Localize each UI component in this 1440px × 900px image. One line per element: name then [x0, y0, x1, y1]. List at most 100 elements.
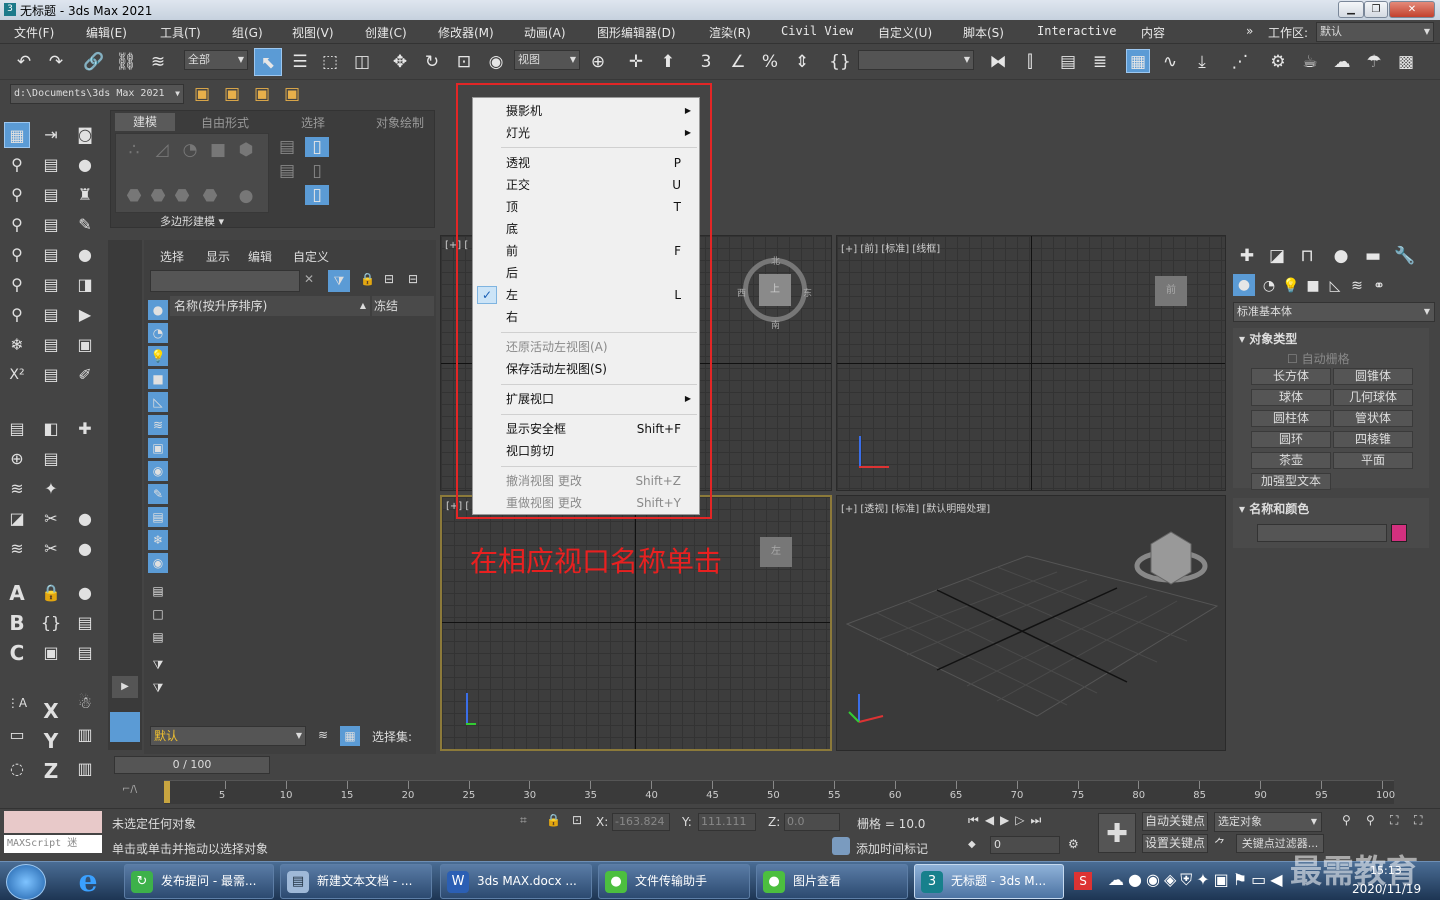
array-icon[interactable]: ▤ [38, 152, 64, 178]
list-icon[interactable]: ▤ [4, 416, 30, 442]
menu-scripting[interactable]: 脚本(S) [963, 24, 1004, 41]
loop-icon[interactable]: ⬣ [146, 184, 170, 208]
pyramid-button[interactable]: 四棱锥 [1333, 431, 1413, 448]
zoom-extents-all-icon[interactable]: ⛶ [1414, 813, 1422, 828]
textplus-button[interactable]: 加强型文本 [1251, 473, 1331, 490]
object-name-input[interactable] [1257, 524, 1387, 542]
sphere-tool-icon[interactable]: ● [72, 152, 98, 178]
toggle-ribbon-icon[interactable]: ▦ [1126, 49, 1150, 73]
cameras-tab-icon[interactable]: ■ [1301, 274, 1325, 298]
soft-select-icon[interactable]: ● [234, 184, 258, 208]
redo-icon[interactable]: ↷ [44, 50, 68, 74]
set-key-button[interactable]: ✚ [1098, 813, 1136, 853]
curve-editor-icon[interactable]: ∿ [1158, 50, 1182, 74]
helper-filter-icon[interactable]: ◺ [148, 392, 168, 412]
rendered-frame-icon[interactable]: ☁ [1330, 50, 1354, 74]
filter3-icon[interactable]: ⧩ [148, 678, 168, 698]
tray-wechat-icon[interactable]: ● [1128, 870, 1146, 889]
project-open-icon[interactable]: ▣ [250, 82, 274, 106]
current-frame-field[interactable]: 0 [990, 836, 1060, 854]
x-coordinate-field[interactable]: -163.824 [612, 813, 670, 831]
tray-flag-icon[interactable]: ⚑ [1233, 870, 1251, 889]
crop-icon[interactable]: ◪ [4, 506, 30, 532]
menu-tools[interactable]: 工具(T) [160, 24, 201, 41]
hierarchy-icon[interactable]: ⊟ [384, 272, 394, 286]
cylinder-icon[interactable]: ▥ [72, 722, 98, 748]
group-filter-icon[interactable]: ▣ [148, 438, 168, 458]
go-to-start-icon[interactable]: ⏮ [968, 813, 985, 827]
clear-search-icon[interactable]: ✕ [304, 272, 314, 286]
lasso3-icon[interactable]: ⚲ [4, 242, 30, 268]
bind-spacewarp-icon[interactable]: ≋ [146, 50, 170, 74]
viewcube-top[interactable]: 上 [759, 274, 791, 306]
grow-icon[interactable]: ⬣ [170, 184, 194, 208]
category-select[interactable]: 标准基本体 ▼ [1233, 302, 1435, 322]
select-manipulate-icon[interactable]: ✛ [624, 50, 648, 74]
lock-icon[interactable]: 🔒 [38, 580, 64, 606]
render-production-icon[interactable]: ☂ [1362, 50, 1386, 74]
time-slider[interactable]: 0 / 100 [114, 756, 270, 774]
viewport-front-label[interactable]: [+] [前] [标准] [线框] [841, 240, 940, 255]
cylinder-button[interactable]: 圆柱体 [1251, 410, 1331, 427]
rectangle-selection-icon[interactable]: ⬚ [318, 50, 342, 74]
project-folder-icon[interactable]: ▣ [190, 82, 214, 106]
edit-named-selection-icon[interactable]: {} [828, 50, 852, 74]
dots-a-icon[interactable]: ⋮A [4, 690, 30, 716]
lasso2-icon[interactable]: ⚲ [4, 212, 30, 238]
set-key-mode-button[interactable]: 设置关键点 [1142, 834, 1208, 853]
xp-icon[interactable]: X² [4, 362, 30, 388]
viewport-front[interactable]: [+] [前] [标准] [线框] 前 [836, 235, 1226, 491]
scale-icon[interactable]: ⊡ [452, 50, 476, 74]
frozen-filter-icon[interactable]: ❄ [148, 530, 168, 550]
undo-icon[interactable]: ↶ [12, 50, 36, 74]
sphere-button[interactable]: 球体 [1251, 389, 1331, 406]
menu-modifiers[interactable]: 修改器(M) [438, 24, 494, 41]
camera-tool-icon[interactable]: ◙ [72, 122, 98, 148]
unlink-icon[interactable]: ⛓ [114, 50, 138, 74]
column-header-freeze[interactable]: 冻结 [372, 296, 434, 316]
maxscript-input[interactable]: MAXScript 迷 [4, 835, 102, 853]
bone-filter-icon[interactable]: ✎ [148, 484, 168, 504]
stack2-icon[interactable]: ▤ [38, 212, 64, 238]
layers-small-icon[interactable]: ≋ [318, 728, 328, 742]
reference-coordinate-select[interactable]: 视图 ▼ [514, 50, 580, 70]
container-filter-icon[interactable]: ▤ [148, 507, 168, 527]
frame-marker[interactable] [164, 781, 170, 803]
key-filter-icon[interactable]: ⺈ [1214, 835, 1226, 852]
filter-icon[interactable]: ⧩ [328, 270, 350, 292]
window-crossing-icon[interactable]: ◫ [350, 50, 374, 74]
explorer-tab-edit[interactable]: 编辑 [248, 248, 272, 265]
name-color-header[interactable]: ▾ 名称和颜色 [1239, 500, 1309, 517]
auto-key-button[interactable]: 自动关键点 [1142, 812, 1208, 831]
z-coordinate-field[interactable]: 0.0 [784, 813, 840, 831]
tray-shield-icon[interactable]: ⛨ [1180, 870, 1196, 889]
shrink-icon[interactable]: ⬣ [198, 184, 222, 208]
cube-grey-icon[interactable]: ◧ [38, 416, 64, 442]
menu-graph-editors[interactable]: 图形编辑器(D) [597, 24, 676, 41]
attach-icon[interactable]: ▤ [275, 159, 299, 183]
menu-civil-view[interactable]: Civil View [781, 24, 853, 38]
absolute-mode-icon[interactable]: ⊡ [572, 813, 582, 827]
display-tab-icon[interactable]: ▬ [1361, 244, 1385, 268]
trackbar-toggle-icon[interactable]: ⌐/\ [122, 784, 137, 795]
mirror-icon[interactable]: ⧓ [986, 50, 1010, 74]
menu-create[interactable]: 创建(C) [365, 24, 407, 41]
play-tool-icon[interactable]: ▶ [72, 302, 98, 328]
spacewarp-filter-icon[interactable]: ≋ [148, 415, 168, 435]
stack7-icon[interactable]: ▤ [38, 362, 64, 388]
zoom-icon[interactable]: ⚲ [1342, 813, 1351, 827]
dot-icon[interactable]: ● [72, 506, 98, 532]
tray-weibo-icon[interactable]: ◈ [1164, 870, 1180, 889]
keyboard-shortcut-override-icon[interactable]: ⬆ [656, 50, 680, 74]
filter2-icon[interactable]: ⧩ [148, 655, 168, 675]
scene-explorer-icon[interactable]: ▤ [1056, 50, 1080, 74]
lasso4-icon[interactable]: ⚲ [4, 272, 30, 298]
maximize-button[interactable]: ❐ [1364, 1, 1388, 18]
sphere2-icon[interactable]: ● [72, 242, 98, 268]
task-word-doc[interactable]: W 3ds MAX.docx ... [440, 864, 592, 899]
y-coordinate-field[interactable]: 111.111 [698, 813, 756, 831]
stack5-icon[interactable]: ▤ [38, 302, 64, 328]
stack6-icon[interactable]: ▤ [38, 332, 64, 358]
track-bar[interactable]: 5 10 15 20 25 30 35 40 45 50 55 60 65 70 75 80 85 90 95 100 [164, 780, 1395, 804]
ribbon-tab-object-paint[interactable]: 对象绘制 [376, 114, 424, 131]
